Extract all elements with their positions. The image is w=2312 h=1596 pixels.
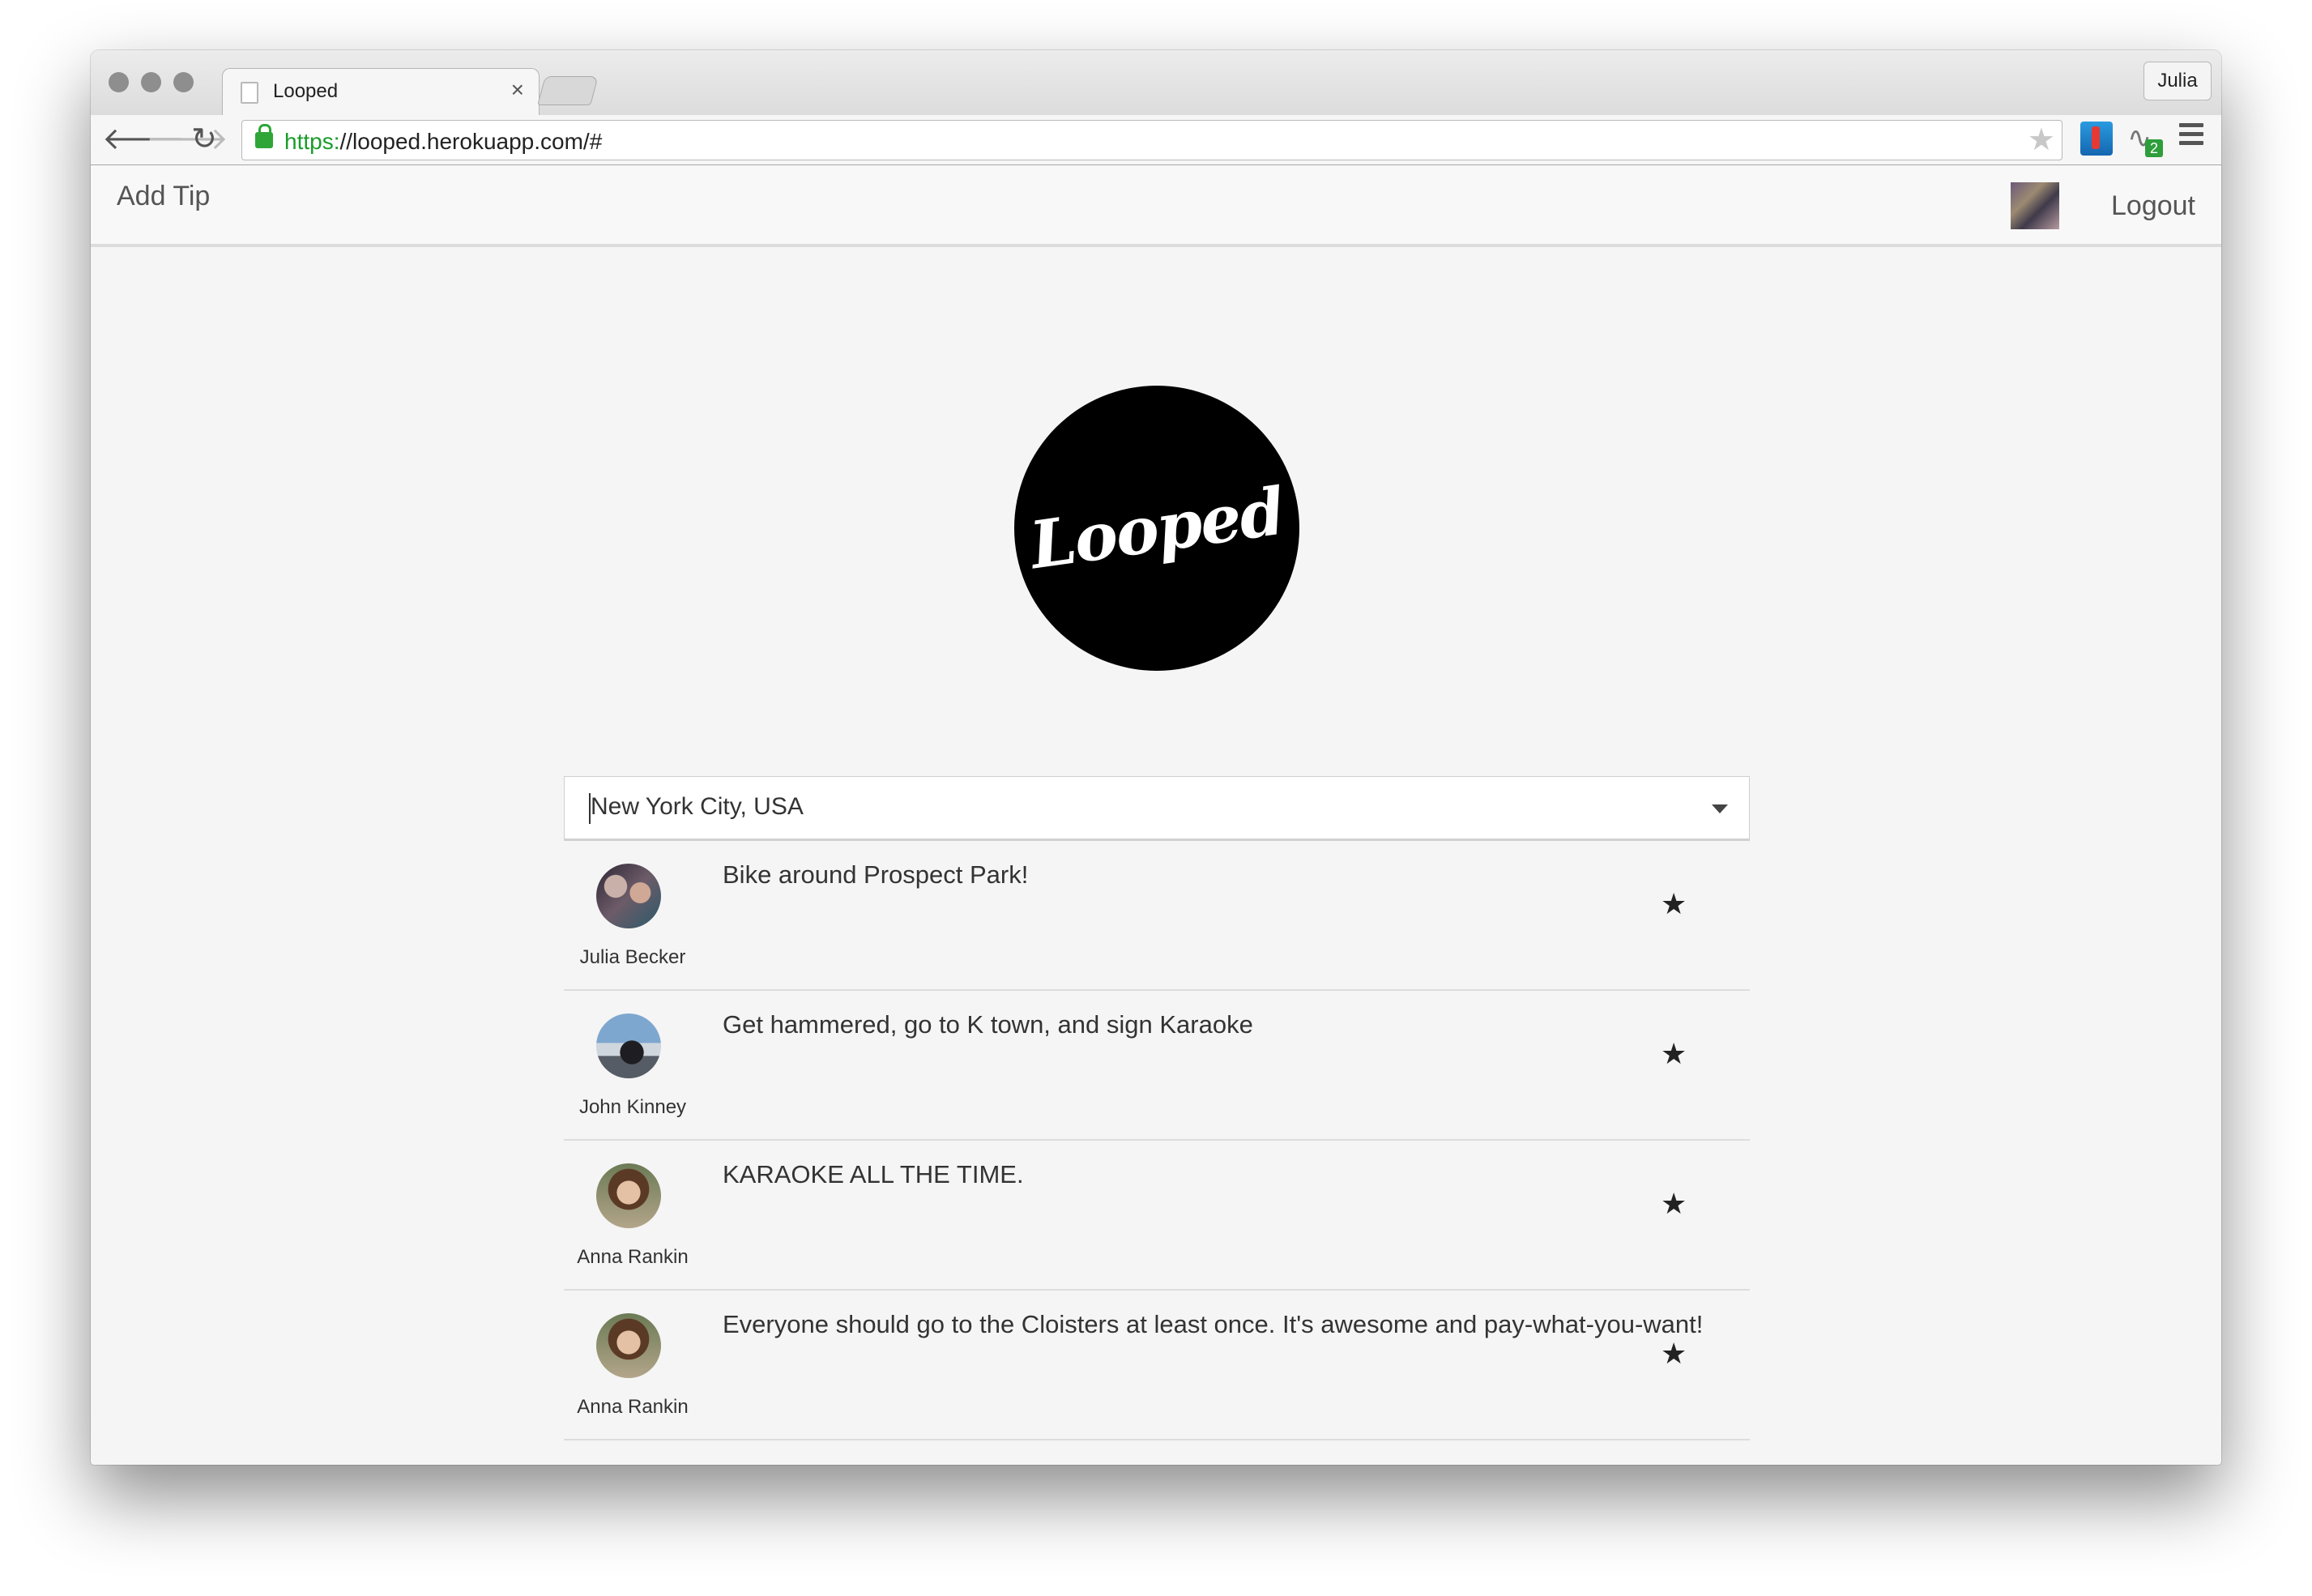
tip-text: Everyone should go to the Cloisters at l… [723,1310,1704,1338]
list-item: Julia Becker Bike around Prospect Park! … [564,841,1750,991]
author-avatar[interactable] [596,1014,661,1078]
page-icon [241,82,258,104]
user-avatar[interactable] [2011,182,2059,229]
browser-window: Looped × Julia 🡐 🡒 ↻ https://looped.hero… [91,50,2221,1465]
close-window-button[interactable] [109,72,129,92]
profile-button[interactable]: Julia [2144,62,2212,100]
tab-title: Looped [273,80,339,102]
browser-tab[interactable]: Looped × [222,68,540,117]
list-item: John Kinney Get hammered, go to K town, … [564,991,1750,1141]
city-select[interactable]: New York City, USA [564,776,1750,841]
bookmark-star-icon[interactable]: ★ [2028,124,2055,156]
tip-author[interactable]: Anna Rankin [564,1246,702,1269]
tips-list: Julia Becker Bike around Prospect Park! … [564,841,1750,1440]
tab-close-icon[interactable]: × [511,77,524,103]
star-icon[interactable]: ★ [1661,1188,1687,1220]
app-navbar: Add Tip Logout [91,166,2221,247]
url-text: https://looped.herokuapp.com/# [284,129,602,155]
list-item: Anna Rankin KARAOKE ALL THE TIME. ★ [564,1141,1750,1291]
tip-text: Bike around Prospect Park! [723,860,1029,889]
tip-author[interactable]: Anna Rankin [564,1396,702,1419]
chrome-menu-icon[interactable] [2179,123,2203,147]
tip-author[interactable]: Julia Becker [564,946,702,969]
author-avatar[interactable] [596,864,661,928]
tab-strip: Looped × Julia [91,50,2221,117]
star-icon[interactable]: ★ [1661,1338,1687,1370]
url-scheme: https: [284,129,340,154]
browser-toolbar: 🡐 🡒 ↻ https://looped.herokuapp.com/# ★ ∿… [91,115,2221,165]
add-tip-link[interactable]: Add Tip [117,181,210,212]
star-icon[interactable]: ★ [1661,1038,1687,1070]
looped-logo: Looped [1014,386,1299,671]
new-tab-button[interactable] [537,76,599,105]
lock-icon [255,124,273,148]
city-select-value: New York City, USA [591,793,804,820]
minimize-window-button[interactable] [141,72,161,92]
reload-icon[interactable]: ↻ [191,122,217,157]
extension-badge: 2 [2145,139,2163,157]
tip-author[interactable]: John Kinney [564,1096,702,1119]
url-path: //looped.herokuapp.com/# [339,129,603,154]
tip-text: Get hammered, go to K town, and sign Kar… [723,1010,1253,1039]
tip-text: KARAOKE ALL THE TIME. [723,1160,1024,1188]
author-avatar[interactable] [596,1163,661,1228]
address-bar[interactable]: https://looped.herokuapp.com/# ★ [241,120,2062,160]
maximize-window-button[interactable] [173,72,194,92]
star-icon[interactable]: ★ [1661,888,1687,920]
chevron-down-icon[interactable] [1712,804,1728,813]
logo-text: Looped [1026,472,1288,584]
extension-icon[interactable] [2080,122,2113,156]
author-avatar[interactable] [596,1313,661,1378]
logout-link[interactable]: Logout [2111,190,2195,222]
list-item: Anna Rankin Everyone should go to the Cl… [564,1291,1750,1440]
